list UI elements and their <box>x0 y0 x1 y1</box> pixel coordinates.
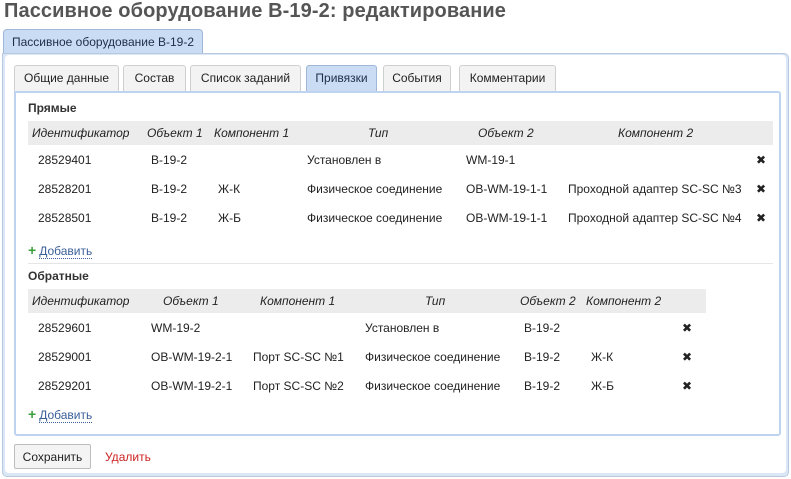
column-header: Объект 2 <box>520 294 576 308</box>
table-row: 28528201 B-19-2 Ж-К Физическое соединени… <box>28 175 773 204</box>
cell-id: 28529401 <box>38 153 92 167</box>
plus-icon: + <box>28 242 37 258</box>
section-title-direct: Прямые <box>28 101 77 115</box>
tab-events[interactable]: События <box>383 65 451 91</box>
cell-component-2: Проходной адаптер SC-SC №4 <box>568 211 742 225</box>
cell-id: 28528501 <box>38 211 92 225</box>
table-row: 28529001 OB-WM-19-2-1 Порт SC-SC №1 Физи… <box>28 343 706 372</box>
cell-type: Физическое соединение <box>365 379 501 393</box>
cell-object-2: B-19-2 <box>524 350 561 364</box>
column-header: Объект 2 <box>478 126 534 140</box>
tab-general[interactable]: Общие данные <box>14 65 119 91</box>
cell-type: Установлен в <box>307 153 382 167</box>
tab-comments[interactable]: Комментарии <box>459 65 556 91</box>
close-icon[interactable]: ✖ <box>682 372 692 401</box>
cell-component-2: Ж-К <box>591 350 614 364</box>
cell-component-2: Проходной адаптер SC-SC №3 <box>568 182 742 196</box>
cell-component-1: Порт SC-SC №1 <box>253 350 344 364</box>
table-row: 28529201 OB-WM-19-2-1 Порт SC-SC №2 Физи… <box>28 372 706 401</box>
cell-object-1: B-19-2 <box>151 182 188 196</box>
plus-icon: + <box>28 406 37 422</box>
cell-object-2: OB-WM-19-1-1 <box>466 211 548 225</box>
cell-object-2: B-19-2 <box>524 379 561 393</box>
inner-frame: Общие данные Состав Список заданий Привя… <box>5 55 786 473</box>
cell-object-1: OB-WM-19-2-1 <box>151 350 233 364</box>
cell-id: 28529001 <box>38 350 92 364</box>
cell-id: 28529601 <box>38 321 92 335</box>
add-direct-link[interactable]: + Добавить <box>28 242 93 259</box>
cell-type: Физическое соединение <box>307 211 443 225</box>
outer-panel: Общие данные Состав Список заданий Привя… <box>2 53 789 477</box>
table-header-direct: Идентификатор Объект 1 Компонент 1 Тип О… <box>28 121 773 145</box>
close-icon[interactable]: ✖ <box>756 204 766 233</box>
add-reverse-link[interactable]: + Добавить <box>28 406 93 423</box>
cell-object-1: WM-19-2 <box>151 321 201 335</box>
section-divider <box>28 263 773 264</box>
cell-component-1: Ж-К <box>218 182 241 196</box>
column-header: Объект 1 <box>147 126 203 140</box>
close-icon[interactable]: ✖ <box>682 314 692 343</box>
cell-object-1: B-19-2 <box>151 153 188 167</box>
table-row: 28529401 B-19-2 Установлен в WM-19-1 ✖ <box>28 146 773 175</box>
cell-object-2: B-19-2 <box>524 321 561 335</box>
bindings-panel: Прямые Идентификатор Объект 1 Компонент … <box>14 91 781 436</box>
cell-object-1: OB-WM-19-2-1 <box>151 379 233 393</box>
column-header: Тип <box>368 126 389 140</box>
cell-id: 28528201 <box>38 182 92 196</box>
cell-type: Установлен в <box>365 321 440 335</box>
column-header: Тип <box>425 294 446 308</box>
cell-component-2: Ж-Б <box>591 379 614 393</box>
close-icon[interactable]: ✖ <box>756 175 766 204</box>
table-header-reverse: Идентификатор Объект 1 Компонент 1 Тип О… <box>28 289 706 313</box>
tab-task-list[interactable]: Список заданий <box>190 65 301 91</box>
close-icon[interactable]: ✖ <box>756 146 766 175</box>
section-title-reverse: Обратные <box>28 269 89 283</box>
column-header: Компонент 2 <box>618 126 694 140</box>
cell-object-2: WM-19-1 <box>466 153 516 167</box>
table-row: 28528501 B-19-2 Ж-Б Физическое соединени… <box>28 204 773 233</box>
cell-type: Физическое соединение <box>307 182 443 196</box>
delete-link[interactable]: Удалить <box>105 450 151 464</box>
cell-component-1: Порт SC-SC №2 <box>253 379 344 393</box>
close-icon[interactable]: ✖ <box>682 343 692 372</box>
table-row: 28529601 WM-19-2 Установлен в B-19-2 ✖ <box>28 314 706 343</box>
column-header: Идентификатор <box>32 294 130 308</box>
cell-type: Физическое соединение <box>365 350 501 364</box>
cell-object-2: OB-WM-19-1-1 <box>466 182 548 196</box>
cell-component-1: Ж-Б <box>218 211 241 225</box>
column-header: Объект 1 <box>163 294 219 308</box>
cell-id: 28529201 <box>38 379 92 393</box>
cell-object-1: B-19-2 <box>151 211 188 225</box>
tab-composition[interactable]: Состав <box>123 65 186 91</box>
column-header: Идентификатор <box>32 126 130 140</box>
column-header: Компонент 1 <box>260 294 336 308</box>
save-button[interactable]: Сохранить <box>14 444 91 469</box>
page-title: Пассивное оборудование B-19-2: редактиро… <box>4 0 506 22</box>
column-header: Компонент 1 <box>214 126 290 140</box>
column-header: Компонент 2 <box>586 294 662 308</box>
tab-equipment[interactable]: Пассивное оборудование B-19-2 <box>3 29 203 54</box>
tab-bindings[interactable]: Привязки <box>306 65 377 91</box>
